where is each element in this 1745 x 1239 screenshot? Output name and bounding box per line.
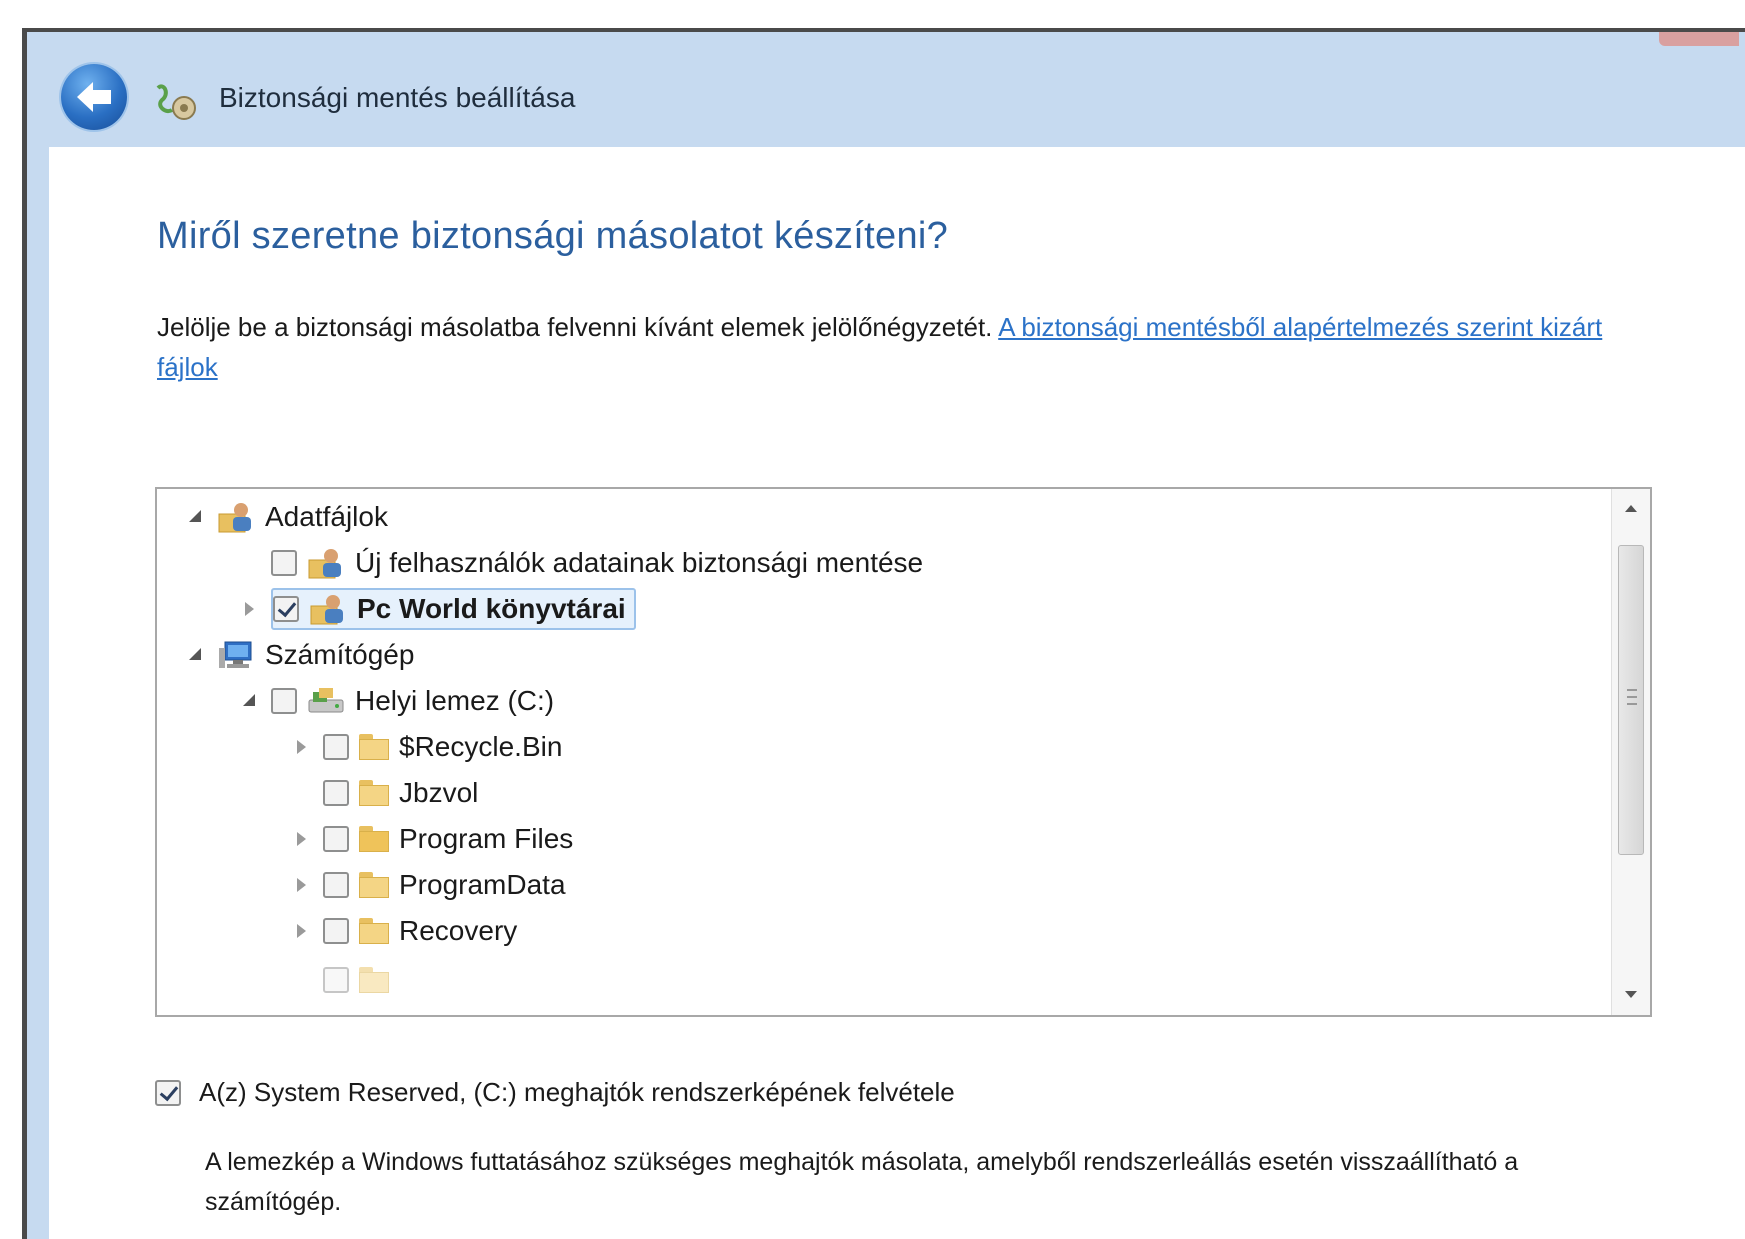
expand-arrow-icon[interactable] <box>239 598 261 620</box>
expand-arrow-icon[interactable] <box>291 874 313 896</box>
folder-icon <box>359 918 389 944</box>
instruction-text: Jelölje be a biztonsági másolatba felven… <box>157 312 993 342</box>
close-button-edge[interactable] <box>1659 32 1739 46</box>
back-button[interactable] <box>61 64 127 130</box>
computer-icon <box>219 641 252 668</box>
tree-item-label: Jbzvol <box>399 777 479 808</box>
tree-item-computer[interactable]: Számítógép <box>185 632 414 678</box>
backup-items-tree[interactable]: Adatfájlok Új felhasználók adatainak biz… <box>155 487 1652 1017</box>
user-library-icon <box>310 595 343 625</box>
system-image-option[interactable]: A(z) System Reserved, (C:) meghajtók ren… <box>155 1077 955 1108</box>
tree-item-partial[interactable] <box>323 957 399 1003</box>
tree-item-programdata[interactable]: ProgramData <box>291 862 566 908</box>
system-image-description: A lemezkép a Windows futtatásához szüksé… <box>205 1148 1519 1216</box>
expand-arrow-icon[interactable] <box>185 644 207 666</box>
scroll-thumb[interactable] <box>1618 545 1644 855</box>
tree-item-jbzvol[interactable]: Jbzvol <box>323 770 478 816</box>
checkbox[interactable] <box>323 918 349 944</box>
expand-arrow-icon[interactable] <box>185 506 207 528</box>
tree-item-label: Számítógép <box>265 639 415 670</box>
folder-icon <box>359 734 389 760</box>
drive-icon <box>308 688 344 713</box>
checkbox[interactable] <box>271 550 297 576</box>
folder-icon <box>359 872 389 898</box>
backup-wizard-window: Biztonsági mentés beállítása Miről szere… <box>22 28 1745 1239</box>
instructions-paragraph: Jelölje be a biztonsági másolatba felven… <box>157 307 1627 387</box>
wizard-content: Miről szeretne biztonsági másolatot kész… <box>27 147 1745 1239</box>
tree-item-label: Pc World könyvtárai <box>357 593 626 624</box>
scroll-grip-icon <box>1627 689 1637 705</box>
checkbox[interactable] <box>323 826 349 852</box>
folder-icon <box>359 780 389 806</box>
system-image-label: A(z) System Reserved, (C:) meghajtók ren… <box>199 1077 955 1107</box>
wizard-icon <box>156 84 196 120</box>
user-library-icon <box>308 549 341 579</box>
screen: Biztonsági mentés beállítása Miről szere… <box>0 0 1745 1239</box>
tree-item-label: $Recycle.Bin <box>399 731 563 762</box>
scroll-down-arrow-icon[interactable] <box>1612 975 1650 1015</box>
tree-item-label: Program Files <box>399 823 574 854</box>
expand-arrow-icon[interactable] <box>291 828 313 850</box>
expand-arrow-icon[interactable] <box>291 920 313 942</box>
title-bar: Biztonsági mentés beállítása <box>27 32 1745 147</box>
page-heading: Miről szeretne biztonsági másolatot kész… <box>157 215 949 257</box>
tree-item-recycle-bin[interactable]: $Recycle.Bin <box>291 724 562 770</box>
tree-item-label: ProgramData <box>399 869 566 900</box>
tree-item-label: Új felhasználók adatainak biztonsági men… <box>355 547 924 578</box>
user-library-icon <box>218 503 251 533</box>
tree-item-recovery[interactable]: Recovery <box>291 908 517 954</box>
tree-item-label: Helyi lemez (C:) <box>355 685 555 716</box>
vertical-scrollbar[interactable] <box>1611 489 1650 1015</box>
checkbox[interactable] <box>323 780 349 806</box>
checkbox[interactable] <box>323 967 349 993</box>
checkbox[interactable] <box>323 734 349 760</box>
folder-icon <box>359 826 389 852</box>
selection-highlight: Pc World könyvtárai <box>271 588 636 630</box>
checkbox[interactable] <box>271 688 297 714</box>
checkbox[interactable] <box>273 596 299 622</box>
tree-item-pcworld-libraries[interactable]: Pc World könyvtárai <box>239 586 636 632</box>
tree-item-label: Recovery <box>399 915 518 946</box>
expand-arrow-icon[interactable] <box>239 690 261 712</box>
expand-arrow-icon[interactable] <box>291 736 313 758</box>
back-arrow-icon <box>77 82 111 112</box>
scroll-up-arrow-icon[interactable] <box>1612 489 1650 529</box>
tree-item-program-files[interactable]: Program Files <box>291 816 573 862</box>
folder-icon <box>359 967 389 993</box>
tree-item-data-files[interactable]: Adatfájlok <box>185 494 388 540</box>
system-image-checkbox[interactable] <box>155 1079 181 1106</box>
checkbox[interactable] <box>323 872 349 898</box>
tree-item-label: Adatfájlok <box>265 501 388 532</box>
window-title: Biztonsági mentés beállítása <box>219 82 576 113</box>
tree-item-new-users[interactable]: Új felhasználók adatainak biztonsági men… <box>271 540 923 586</box>
tree-item-local-disk-c[interactable]: Helyi lemez (C:) <box>239 678 554 724</box>
